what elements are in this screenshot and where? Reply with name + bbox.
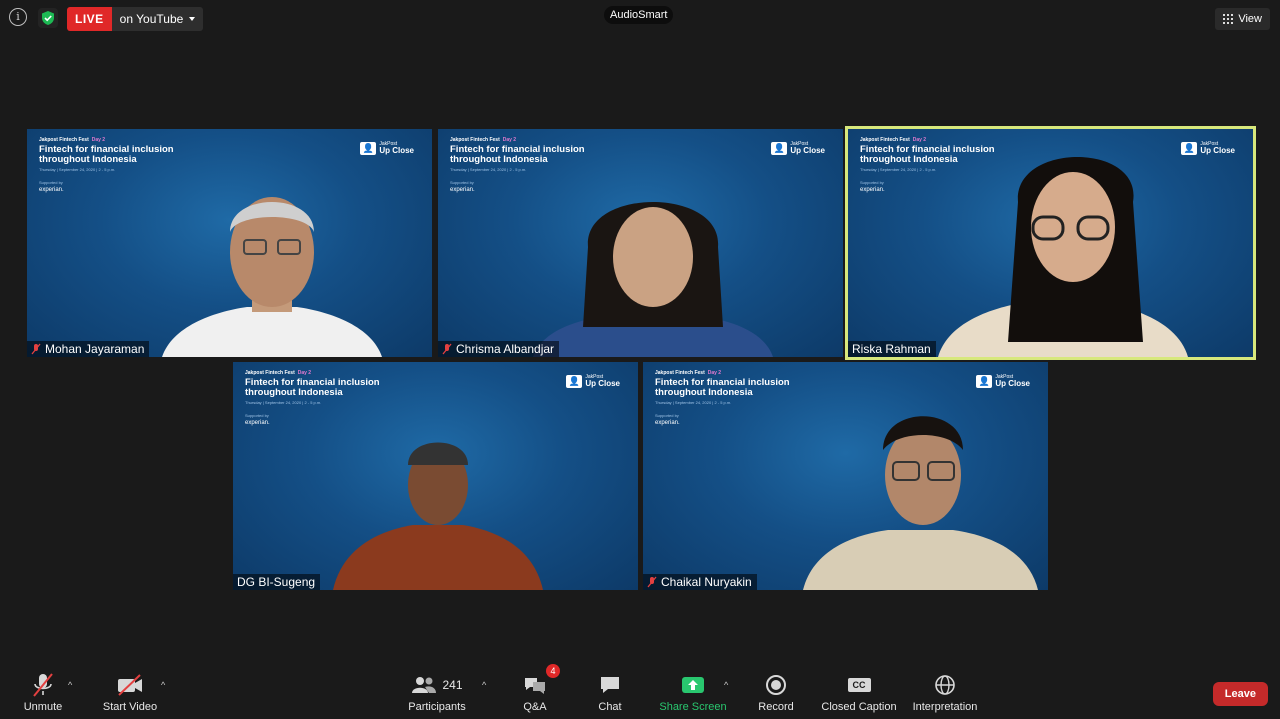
interpretation-button[interactable]: Interpretation: [909, 670, 981, 713]
mic-muted-icon: [20, 670, 66, 700]
video-options-chevron-icon[interactable]: ^: [161, 680, 165, 690]
globe-icon: [909, 670, 981, 700]
record-button[interactable]: Record: [757, 670, 795, 713]
mic-muted-icon: [442, 343, 452, 355]
participants-chevron-icon[interactable]: ^: [482, 680, 486, 690]
top-bar: i LIVE on YouTube AudioSmart View: [0, 0, 1280, 40]
meeting-toolbar: Unmute ^ Start Video ^ 241 Participants …: [0, 660, 1280, 719]
share-screen-icon: [658, 670, 728, 700]
live-stream-control[interactable]: LIVE on YouTube: [67, 7, 204, 31]
banner-tag: Jakpost Fintech Fest: [39, 137, 89, 143]
view-label: View: [1238, 13, 1262, 25]
grid-icon: [1223, 14, 1234, 24]
participant-name: Mohan Jayaraman: [45, 342, 145, 356]
participant-name-tag: DG BI-Sugeng: [233, 574, 321, 590]
participant-video: [533, 202, 773, 357]
upclose-logo: 👤 JakPost Up Close: [360, 142, 414, 155]
qa-badge: 4: [546, 664, 560, 678]
chat-label: Chat: [598, 701, 622, 713]
mic-muted-icon: [31, 343, 41, 355]
participant-name-tag: Mohan Jayaraman: [27, 341, 150, 357]
view-button[interactable]: View: [1215, 8, 1270, 30]
video-tile-active-speaker[interactable]: Jakpost Fintech Fest Day 2 Fintech for fi…: [845, 126, 1256, 360]
live-destination-label: on YouTube: [119, 12, 184, 26]
video-tile[interactable]: Jakpost Fintech Fest Day 2 Fintech for fi…: [643, 362, 1048, 590]
share-options-chevron-icon[interactable]: ^: [724, 680, 728, 690]
unmute-label: Unmute: [23, 701, 63, 713]
participants-button[interactable]: 241 Participants: [405, 670, 469, 713]
window-title: AudioSmart: [604, 6, 674, 24]
participant-name: DG BI-Sugeng: [237, 575, 316, 589]
participant-name: Riska Rahman: [852, 342, 931, 356]
participant-video: [938, 157, 1188, 357]
participant-name-tag: Chrisma Albandjar: [438, 341, 560, 357]
record-label: Record: [758, 701, 794, 713]
leave-button[interactable]: Leave: [1212, 682, 1268, 706]
participant-name: Chrisma Albandjar: [456, 342, 555, 356]
closed-caption-label: Closed Caption: [821, 701, 897, 713]
unmute-button[interactable]: Unmute: [20, 670, 66, 713]
closed-caption-button[interactable]: CC Closed Caption: [821, 670, 897, 713]
audio-options-chevron-icon[interactable]: ^: [68, 680, 72, 690]
participant-video: [803, 416, 1038, 590]
closed-caption-icon: CC: [821, 670, 897, 700]
banner-day: Day 2: [91, 137, 106, 143]
qa-button[interactable]: 4 Q&A: [518, 664, 560, 713]
participant-video: [333, 442, 543, 590]
mic-muted-icon: [647, 576, 657, 588]
live-destination-dropdown[interactable]: on YouTube: [111, 7, 204, 31]
video-tile[interactable]: Jakpost Fintech Fest Day 2 Fintech for fi…: [438, 129, 843, 357]
info-icon[interactable]: i: [9, 8, 27, 26]
participant-name: Chaikal Nuryakin: [661, 575, 752, 589]
share-screen-label: Share Screen: [659, 701, 727, 713]
event-banner: Jakpost Fintech Fest Day 2 Fintech for fi…: [245, 370, 425, 426]
video-off-icon: [100, 670, 160, 700]
shield-check-icon[interactable]: [38, 8, 58, 28]
share-screen-button[interactable]: Share Screen: [658, 670, 728, 713]
upclose-logo: 👤 JakPost Up Close: [976, 375, 1030, 388]
start-video-button[interactable]: Start Video: [100, 670, 160, 713]
participant-name-tag: Riska Rahman: [848, 341, 936, 357]
upclose-logo: 👤 JakPost Up Close: [771, 142, 825, 155]
chat-icon: [594, 670, 626, 700]
participant-video: [162, 197, 382, 357]
interpretation-label: Interpretation: [912, 701, 978, 713]
chat-button[interactable]: Chat: [594, 670, 626, 713]
participant-count: 241: [442, 678, 463, 692]
qa-icon: 4: [518, 664, 560, 700]
banner-date: Thursday | September 24, 2020 | 2 - 5 p.…: [39, 167, 116, 172]
video-tile[interactable]: Jakpost Fintech Fest Day 2 Fintech for fi…: [27, 129, 432, 357]
participants-icon: [412, 677, 437, 693]
qa-label: Q&A: [523, 701, 547, 713]
banner-headline: Fintech for financial inclusion throughou…: [39, 144, 174, 165]
record-icon: [757, 670, 795, 700]
upclose-logo: 👤 JakPost Up Close: [566, 375, 620, 388]
start-video-label: Start Video: [102, 701, 158, 713]
caret-down-icon: [189, 17, 196, 21]
participants-label: Participants: [408, 701, 466, 713]
participant-name-tag: Chaikal Nuryakin: [643, 574, 757, 590]
live-badge: LIVE: [67, 7, 112, 31]
video-tile[interactable]: Jakpost Fintech Fest Day 2 Fintech for fi…: [233, 362, 638, 590]
